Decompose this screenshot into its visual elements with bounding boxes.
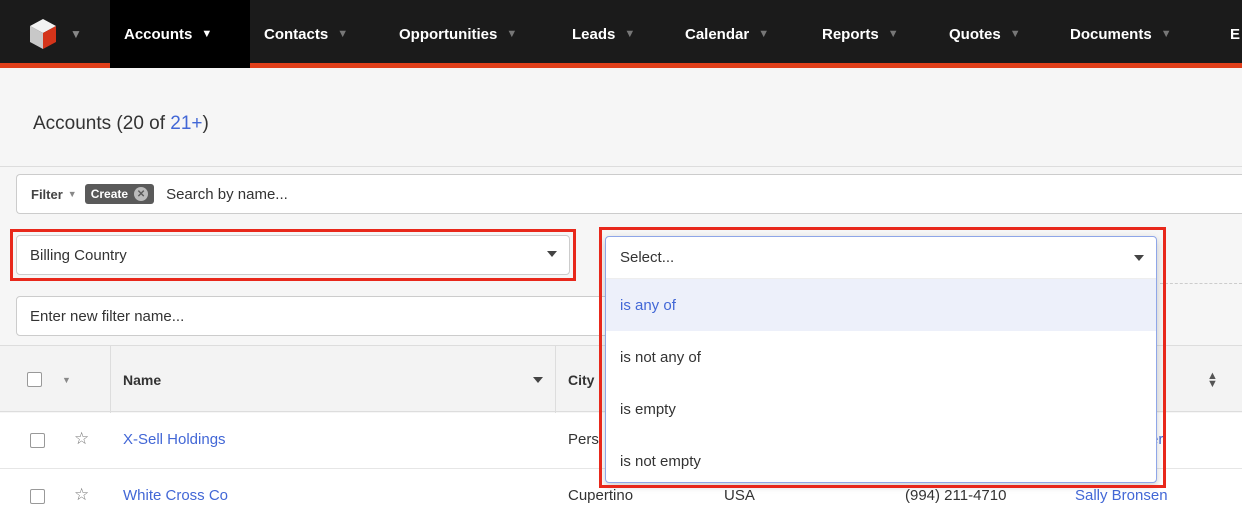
nav-leads[interactable]: Leads ▼: [558, 0, 635, 68]
nav-accounts[interactable]: Accounts ▼: [110, 0, 250, 68]
close-icon[interactable]: ✕: [134, 187, 149, 201]
divider: [1160, 283, 1242, 284]
column-label: City: [568, 371, 595, 388]
filter-label: Filter: [31, 186, 63, 202]
operator-option-is-any-of[interactable]: is any of: [606, 279, 1156, 331]
account-name-link[interactable]: X-Sell Holdings: [123, 431, 226, 448]
nav-label: Quotes: [949, 25, 1001, 43]
filter-dropdown-button[interactable]: Filter ▼: [31, 187, 77, 202]
nav-label: Opportunities: [399, 25, 498, 43]
sort-desc-icon: [533, 377, 543, 383]
operator-option-is-empty[interactable]: is empty: [606, 383, 1156, 435]
column-header-city[interactable]: City: [568, 346, 594, 413]
operator-dropdown: Select... is any of is not any of is emp…: [605, 236, 1157, 483]
page-header: Accounts (20 of 21+): [0, 73, 1242, 167]
page-title: Accounts (20 of 21+): [33, 113, 209, 135]
select-all-control[interactable]: ▼: [15, 346, 111, 413]
phone-cell: (994) 211-4710: [905, 487, 1007, 504]
nav-label: Documents: [1070, 25, 1152, 43]
row-checkbox[interactable]: [30, 489, 45, 504]
nav-label: Reports: [822, 25, 879, 43]
filter-name-placeholder: Enter new filter name...: [30, 307, 185, 325]
chevron-down-icon: ▼: [67, 189, 77, 199]
nav-opportunities[interactable]: Opportunities ▼: [385, 0, 517, 68]
chevron-down-icon: ▼: [1160, 28, 1172, 40]
star-icon[interactable]: ☆: [74, 485, 89, 505]
field-select-value: Billing Country: [30, 246, 127, 264]
option-label: is empty: [620, 400, 676, 418]
city-cell: Cupertino: [568, 487, 634, 504]
star-icon[interactable]: ☆: [74, 429, 89, 449]
nav-label: E: [1230, 25, 1241, 43]
select-all-checkbox[interactable]: [27, 372, 42, 387]
chevron-down-icon: ▼: [506, 28, 518, 40]
app-logo-menu[interactable]: ▼: [0, 0, 110, 68]
filter-field-select[interactable]: Billing Country: [16, 235, 570, 275]
nav-label: Leads: [572, 25, 616, 43]
column-label: Name: [123, 371, 162, 388]
chevron-down-icon: ▼: [201, 28, 213, 40]
chevron-down-icon: ▼: [337, 28, 349, 40]
nav-more-truncated[interactable]: E: [1218, 0, 1240, 68]
account-name-link[interactable]: White Cross Co: [123, 487, 228, 504]
operator-option-is-not-empty[interactable]: is not empty: [606, 435, 1156, 482]
caret-down-icon: [547, 251, 557, 257]
nav-quotes[interactable]: Quotes ▼: [935, 0, 1021, 68]
option-label: is not empty: [620, 452, 701, 470]
title-suffix: ): [202, 113, 209, 134]
assigned-user-link[interactable]: Sally Bronsen: [1075, 487, 1168, 504]
city-cell: Pers: [568, 431, 599, 448]
operator-option-is-not-any-of[interactable]: is not any of: [606, 331, 1156, 383]
cube-logo-icon: [30, 19, 56, 49]
total-count-link[interactable]: 21+: [170, 113, 202, 134]
caret-down-icon: [1134, 255, 1144, 261]
chevron-down-icon: ▼: [70, 27, 82, 41]
country-cell: USA: [724, 487, 755, 504]
operator-select[interactable]: Select...: [606, 237, 1156, 279]
column-header-name[interactable]: Name: [111, 346, 556, 413]
chevron-down-icon: ▼: [1009, 28, 1021, 40]
nav-calendar[interactable]: Calendar ▼: [671, 0, 769, 68]
sort-icon[interactable]: ▲ ▼: [1207, 371, 1218, 390]
row-checkbox[interactable]: [30, 433, 45, 448]
nav-label: Contacts: [264, 25, 329, 43]
create-filter-pill[interactable]: Create ✕: [84, 184, 155, 204]
nav-reports[interactable]: Reports ▼: [808, 0, 899, 68]
nav-contacts[interactable]: Contacts ▼: [250, 0, 348, 68]
option-label: is not any of: [620, 348, 701, 366]
nav-label: Calendar: [685, 25, 750, 43]
chevron-down-icon: ▼: [758, 28, 770, 40]
nav-label: Accounts: [124, 25, 193, 43]
top-navigation: ▼ Accounts ▼ Contacts ▼ Opportunities ▼ …: [0, 0, 1242, 68]
nav-documents[interactable]: Documents ▼: [1056, 0, 1172, 68]
option-label: is any of: [620, 296, 676, 314]
operator-placeholder: Select...: [620, 249, 675, 266]
search-input[interactable]: [166, 185, 767, 203]
title-prefix: Accounts (20 of: [33, 113, 171, 134]
chevron-down-icon: ▼: [887, 28, 899, 40]
filter-name-input[interactable]: Enter new filter name...: [16, 296, 606, 336]
pill-label: Create: [90, 187, 129, 201]
chevron-down-icon: ▼: [624, 28, 636, 40]
chevron-down-icon[interactable]: ▼: [62, 375, 71, 385]
filter-bar: Filter ▼ Create ✕: [16, 174, 1242, 214]
